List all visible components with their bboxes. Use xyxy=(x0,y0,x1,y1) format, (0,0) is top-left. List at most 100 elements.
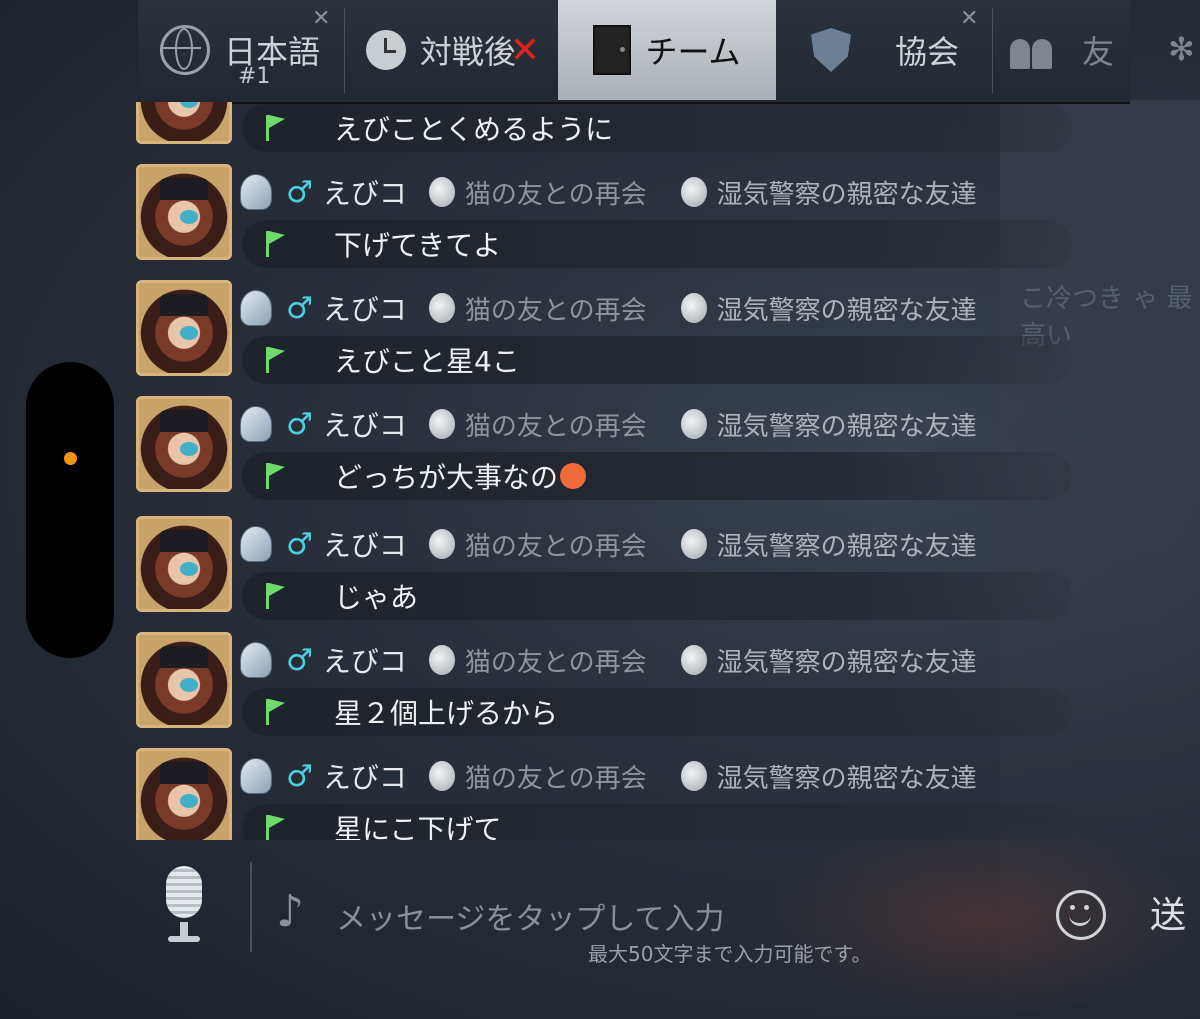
message-text: どっちが大事なの xyxy=(334,461,559,494)
paw-icon xyxy=(680,177,707,207)
flag-icon xyxy=(264,231,290,257)
message-header: ♂ えびコ 猫の友との再会 湿気警察の親密な友達 xyxy=(240,638,1070,682)
helmet-icon xyxy=(240,174,272,210)
input-hint: 最大50文字まで入力可能です。 xyxy=(588,942,872,966)
send-button[interactable]: 送 xyxy=(1150,886,1186,938)
chat-message-list[interactable]: えびことくめるように ♂ えびコ 猫の友との再会 湿気警察の親密な友達 下げてき… xyxy=(130,102,1090,840)
username[interactable]: えびコ xyxy=(323,524,407,564)
paw-icon xyxy=(680,645,707,675)
message-text: 星にこ下げて xyxy=(334,813,502,840)
tab-bar: 日本語 #1 ✕ 対戦後 ✕ チーム 協会 ✕ 友 xyxy=(138,0,1130,104)
male-icon: ♂ xyxy=(286,526,313,562)
paw-icon xyxy=(428,529,455,559)
chat-message: ♂ えびコ 猫の友との再会 湿気警察の親密な友達 星２個上げるから xyxy=(130,628,1090,744)
flag-icon xyxy=(264,699,290,725)
avatar[interactable] xyxy=(136,396,232,492)
username[interactable]: えびコ xyxy=(323,288,407,328)
paw-icon xyxy=(428,761,455,791)
message-header: ♂ えびコ 猫の友との再会 湿気警察の親密な友達 xyxy=(240,402,1070,446)
helmet-icon xyxy=(240,758,272,794)
flag-icon xyxy=(264,115,290,141)
helmet-icon xyxy=(240,642,272,678)
message-text: じゃあ xyxy=(334,581,419,614)
title-badge: 猫の友との再会 xyxy=(464,411,647,442)
male-icon: ♂ xyxy=(286,174,313,210)
title-badge: 湿気警察の親密な友達 xyxy=(716,179,977,210)
clock-icon xyxy=(365,30,406,70)
paw-icon xyxy=(428,645,455,675)
message-text: 下げてきてよ xyxy=(334,229,502,262)
message-bubble: 星２個上げるから xyxy=(242,688,1072,736)
chat-message: えびことくめるように xyxy=(130,102,1090,160)
username[interactable]: えびコ xyxy=(323,756,407,796)
avatar[interactable] xyxy=(136,632,232,728)
message-header: ♂ えびコ 猫の友との再会 湿気警察の親密な友達 xyxy=(240,522,1070,566)
tab-language-sub: #1 xyxy=(238,64,271,89)
emoji-button[interactable] xyxy=(1056,890,1106,940)
username[interactable]: えびコ xyxy=(323,640,407,680)
paw-icon xyxy=(428,177,455,207)
title-badge: 猫の友との再会 xyxy=(464,647,647,678)
message-bubble: えびこと星4こ xyxy=(242,336,1072,384)
male-icon: ♂ xyxy=(286,290,313,326)
microphone-button[interactable] xyxy=(160,866,208,944)
shield-icon xyxy=(810,28,851,72)
mute-icon: ✕ xyxy=(312,6,331,31)
message-header: ♂ えびコ 猫の友との再会 湿気警察の親密な友達 xyxy=(240,286,1070,330)
tab-team-label: チーム xyxy=(645,33,741,71)
tab-after-match[interactable]: 対戦後 ✕ xyxy=(348,0,558,100)
door-icon xyxy=(593,25,632,75)
message-text: えびことくめるように xyxy=(334,113,614,146)
paw-icon xyxy=(680,529,707,559)
avatar[interactable] xyxy=(136,280,232,376)
title-badge: 猫の友との再会 xyxy=(464,295,647,326)
friends-icon xyxy=(1010,31,1054,69)
message-text: 星２個上げるから xyxy=(334,697,559,730)
gear-icon[interactable]: ✻ xyxy=(1168,30,1200,70)
voice-translate-icon[interactable]: ♪ xyxy=(276,884,318,940)
avatar[interactable] xyxy=(136,516,232,612)
message-text: えびこと星4こ xyxy=(334,345,520,378)
message-bubble: じゃあ xyxy=(242,572,1072,620)
helmet-icon xyxy=(240,526,272,562)
message-bubble: 下げてきてよ xyxy=(242,220,1072,268)
message-bubble: えびことくめるように xyxy=(242,104,1072,152)
avatar[interactable] xyxy=(136,748,232,840)
message-bubble: 星にこ下げて xyxy=(242,804,1072,840)
message-header: ♂ えびコ 猫の友との再会 湿気警察の親密な友達 xyxy=(240,170,1070,214)
paw-icon xyxy=(428,409,455,439)
microphone-icon xyxy=(166,866,202,918)
message-input[interactable] xyxy=(334,894,978,944)
male-icon: ♂ xyxy=(286,406,313,442)
flag-icon xyxy=(264,815,290,840)
chat-message: ♂ えびコ 猫の友との再会 湿気警察の親密な友達 えびこと星4こ xyxy=(130,276,1090,392)
globe-icon xyxy=(159,25,210,75)
side-handle[interactable] xyxy=(26,362,114,658)
chat-message: ♂ えびコ 猫の友との再会 湿気警察の親密な友達 じゃあ xyxy=(130,512,1090,628)
tab-after-match-label: 対戦後 xyxy=(419,33,516,71)
username[interactable]: えびコ xyxy=(323,172,407,212)
paw-icon xyxy=(680,293,707,323)
flag-icon xyxy=(264,463,290,489)
tab-friends[interactable]: 友 xyxy=(996,0,1130,100)
title-badge: 猫の友との再会 xyxy=(464,179,647,210)
chat-message: ♂ えびコ 猫の友との再会 湿気警察の親密な友達 星にこ下げて xyxy=(130,744,1090,840)
male-icon: ♂ xyxy=(286,642,313,678)
helmet-icon xyxy=(240,406,272,442)
username[interactable]: えびコ xyxy=(323,404,407,444)
avatar[interactable] xyxy=(136,102,232,144)
chat-message: ♂ えびコ 猫の友との再会 湿気警察の親密な友達 どっちが大事なの xyxy=(130,392,1090,508)
avatar[interactable] xyxy=(136,164,232,260)
message-header: ♂ えびコ 猫の友との再会 湿気警察の親密な友達 xyxy=(240,754,1070,798)
tab-team[interactable]: チーム xyxy=(558,0,776,100)
angry-face-icon xyxy=(560,463,587,489)
title-badge: 湿気警察の親密な友達 xyxy=(716,411,977,442)
male-icon: ♂ xyxy=(286,758,313,794)
title-badge: 猫の友との再会 xyxy=(464,763,647,794)
divider xyxy=(250,862,252,952)
title-badge: 湿気警察の親密な友達 xyxy=(716,295,977,326)
close-icon: ✕ xyxy=(509,29,541,71)
tab-guild-label: 協会 xyxy=(894,33,959,71)
paw-icon xyxy=(680,761,707,791)
paw-icon xyxy=(680,409,707,439)
